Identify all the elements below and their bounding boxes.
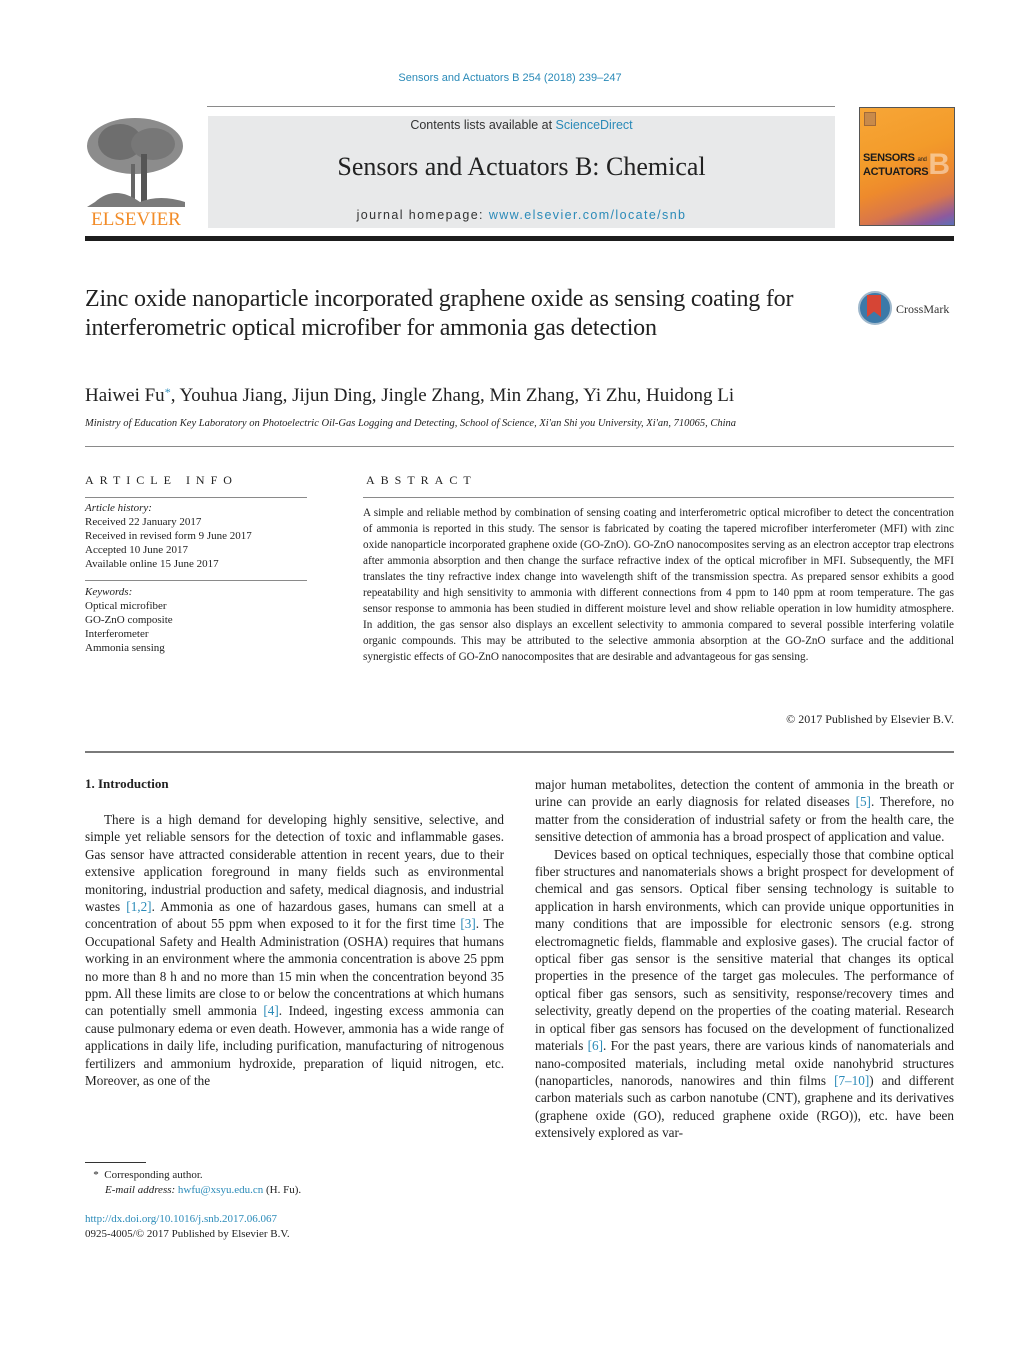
issn-line: 0925-4005/© 2017 Published by Elsevier B… (85, 1228, 290, 1240)
body-column-left: There is a high demand for developing hi… (85, 811, 504, 1090)
paragraph: Devices based on optical techniques, esp… (535, 846, 955, 1141)
abstract-heading: ABSTRACT (366, 473, 477, 487)
journal-reference[interactable]: Sensors and Actuators B 254 (2018) 239–2… (0, 72, 1020, 84)
keyword-item: Ammonia sensing (85, 642, 165, 654)
keywords-label: Keywords: (85, 586, 133, 598)
article-info-heading: ARTICLE INFO (85, 473, 238, 487)
author-list: Haiwei Fu*, Youhua Jiang, Jijun Ding, Ji… (85, 385, 734, 407)
history-label: Article history: (85, 502, 152, 514)
affiliation-rule (85, 446, 954, 447)
elsevier-logo[interactable]: ELSEVIER (85, 114, 187, 230)
doi-link[interactable]: http://dx.doi.org/10.1016/j.snb.2017.06.… (85, 1213, 277, 1225)
abstract-text: A simple and reliable method by combinat… (363, 507, 954, 663)
history-item: Received in revised form 9 June 2017 (85, 530, 252, 542)
abstract-end-rule (85, 751, 954, 753)
footnote-rule (85, 1162, 146, 1163)
history-item: Received 22 January 2017 (85, 516, 202, 528)
affiliation: Ministry of Education Key Laboratory on … (85, 418, 737, 429)
homepage-line: journal homepage: www.elsevier.com/locat… (208, 208, 835, 222)
keywords-rule (85, 580, 307, 581)
homepage-prefix: journal homepage: (356, 208, 489, 222)
history-item: Accepted 10 June 2017 (85, 544, 188, 556)
journal-cover-thumbnail[interactable]: SENSORS and ACTUATORS B (859, 107, 955, 226)
keyword-item: Interferometer (85, 628, 149, 640)
doi-block: http://dx.doi.org/10.1016/j.snb.2017.06.… (85, 1212, 290, 1242)
cover-publisher-icon (864, 112, 876, 126)
elsevier-tree-icon: ELSEVIER (85, 114, 187, 230)
crossmark-badge[interactable]: CrossMark (858, 291, 958, 331)
corresponding-note: * Corresponding author. (93, 1169, 203, 1181)
cover-title: SENSORS and ACTUATORS (863, 152, 929, 178)
sciencedirect-link[interactable]: ScienceDirect (556, 118, 633, 132)
abstract-copyright: © 2017 Published by Elsevier B.V. (786, 712, 954, 726)
keyword-item: GO-ZnO composite (85, 614, 173, 626)
abstract-rule (363, 497, 954, 498)
citation-link[interactable]: [4] (263, 1003, 278, 1018)
citation-link[interactable]: [6] (588, 1038, 603, 1053)
section-heading-introduction: 1. Introduction (85, 776, 169, 791)
article-history: Article history: Received 22 January 201… (85, 501, 307, 571)
paragraph: There is a high demand for developing hi… (85, 812, 504, 1089)
citation-link[interactable]: [7–10] (834, 1073, 869, 1088)
author-first: Haiwei Fu (85, 385, 165, 406)
contents-line: Contents lists available at ScienceDirec… (208, 118, 835, 132)
header-rule (207, 106, 835, 107)
keyword-item: Optical microfiber (85, 600, 167, 612)
citation-link[interactable]: [1,2] (126, 899, 151, 914)
header-thick-rule (85, 236, 954, 241)
citation-link[interactable]: [3] (460, 916, 475, 931)
article-info-rule (85, 497, 307, 498)
body-column-right: major human metabolites, detection the c… (535, 776, 954, 1142)
journal-homepage-link[interactable]: www.elsevier.com/locate/snb (489, 208, 687, 222)
elsevier-wordmark: ELSEVIER (91, 209, 181, 229)
keywords: Keywords: Optical microfiber GO-ZnO comp… (85, 585, 307, 655)
footnote: * Corresponding author. E-mail address: … (85, 1168, 485, 1198)
journal-banner: Contents lists available at ScienceDirec… (208, 116, 835, 228)
paragraph: major human metabolites, detection the c… (535, 777, 954, 845)
article-info: Article history: Received 22 January 201… (85, 501, 307, 655)
cover-letter: B (928, 148, 950, 181)
contents-prefix: Contents lists available at (410, 118, 556, 132)
citation-link[interactable]: [5] (856, 794, 871, 809)
email-link[interactable]: hwfu@xsyu.edu.cn (178, 1184, 263, 1196)
crossmark-label: CrossMark (896, 302, 950, 316)
journal-title[interactable]: Sensors and Actuators B: Chemical (208, 152, 835, 182)
author-others: , Youhua Jiang, Jijun Ding, Jingle Zhang… (170, 385, 735, 406)
history-item: Available online 15 June 2017 (85, 558, 219, 570)
article-title: Zinc oxide nanoparticle incorporated gra… (85, 286, 794, 341)
email-note: E-mail address: hwfu@xsyu.edu.cn (H. Fu)… (105, 1184, 302, 1196)
